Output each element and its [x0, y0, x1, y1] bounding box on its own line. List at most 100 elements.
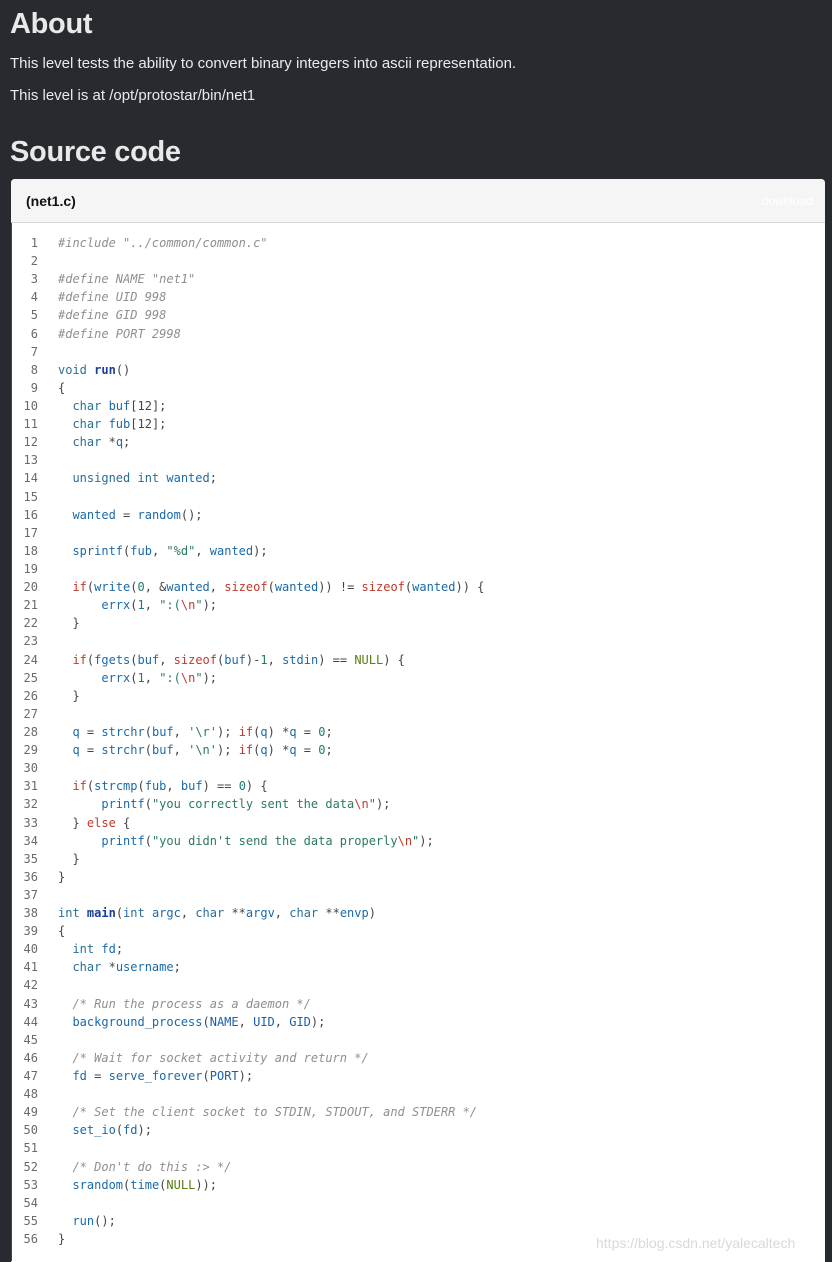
code-token: if [72, 779, 87, 794]
code-token: sizeof [361, 580, 405, 595]
code-line: 38 int main(int argc, char **argv, char *… [12, 904, 825, 922]
code-token: " [195, 598, 203, 613]
code-line: 14 unsigned int wanted; [12, 469, 825, 487]
code-text: errx(1, ":(\n"); [38, 669, 217, 687]
line-number: 14 [23, 471, 38, 486]
code-line: 7 [12, 343, 825, 361]
line-number: 18 [23, 543, 38, 558]
code-token: \n [180, 598, 196, 613]
code-token: void [58, 362, 95, 377]
line-number: 4 [30, 290, 38, 305]
code-token: " [195, 670, 203, 685]
code-line: 42 [12, 976, 825, 994]
code-token: time [130, 1177, 160, 1192]
code-token: ":( [159, 670, 181, 685]
code-line: 10 char buf[12]; [12, 397, 825, 415]
code-token: , [144, 670, 160, 685]
code-token: argv [245, 906, 275, 921]
code-token: PORT [209, 1069, 239, 1084]
code-token: strchr [101, 743, 145, 758]
code-token: ( [267, 580, 275, 595]
code-line: 40 int fd; [12, 940, 825, 958]
line-number: 51 [23, 1141, 38, 1156]
code-token: wanted [412, 580, 456, 595]
code-token: wanted [72, 507, 116, 522]
code-token: ); [202, 598, 218, 613]
code-token: fub [108, 417, 131, 432]
code-text: if(fgets(buf, sizeof(buf)-1, stdin) == N… [38, 651, 404, 669]
line-number: 54 [23, 1195, 38, 1210]
code-line: 11 char fub[12]; [12, 415, 825, 433]
code-token: wanted [209, 543, 254, 558]
code-token: fgets [94, 652, 131, 667]
line-number: 40 [23, 942, 38, 957]
code-token: q [260, 724, 268, 739]
code-token: ( [202, 1014, 210, 1029]
line-number: 38 [23, 906, 38, 921]
code-token: )) != [318, 580, 362, 595]
code-token: wanted [166, 471, 210, 486]
code-line: 46 /* Wait for socket activity and retur… [12, 1049, 825, 1067]
code-token: { [58, 924, 66, 939]
line-number: 33 [23, 815, 38, 830]
line-number: 50 [23, 1123, 38, 1138]
code-token: q [260, 743, 268, 758]
line-number: 22 [23, 616, 38, 631]
code-token: { [115, 815, 131, 830]
code-text: } [38, 868, 65, 886]
code-token: * [108, 435, 116, 450]
line-number: 21 [23, 598, 38, 613]
code-token: srandom [72, 1177, 124, 1192]
code-text: void run() [38, 361, 130, 379]
code-text: } [38, 850, 79, 868]
code-text: { [38, 922, 65, 940]
code-token: fd [72, 1069, 87, 1084]
code-line: 20 if(write(0, &wanted, sizeof(wanted)) … [12, 578, 825, 596]
download-link[interactable]: download [762, 194, 813, 208]
code-line: 31 if(strcmp(fub, buf) == 0) { [12, 777, 825, 795]
code-token: printf [101, 833, 145, 848]
code-line: 27 [12, 705, 825, 723]
code-token: { [58, 380, 66, 395]
code-text: printf("you didn't send the data properl… [38, 832, 433, 850]
code-token: random [137, 507, 181, 522]
code-token: 1 [137, 670, 145, 685]
code-token: 1 [137, 598, 145, 613]
code-token: ( [144, 797, 152, 812]
code-token: int [123, 906, 152, 921]
line-number: 3 [30, 272, 38, 287]
line-number: 25 [23, 670, 38, 685]
code-text: /* Wait for socket activity and return *… [38, 1049, 368, 1067]
code-text: q = strchr(buf, '\n'); if(q) *q = 0; [38, 741, 332, 759]
line-number: 12 [23, 435, 38, 450]
code-token: int [58, 906, 87, 921]
code-text: int main(int argc, char **argv, char **e… [38, 904, 376, 922]
code-line: 39 { [12, 922, 825, 940]
level-path: This level is at /opt/protostar/bin/net1 [10, 87, 256, 104]
line-number: 44 [23, 1014, 38, 1029]
code-token: unsigned int [72, 471, 167, 486]
code-text: } else { [38, 814, 130, 832]
code-line: 9{ [12, 379, 825, 397]
code-token: errx [101, 670, 131, 685]
code-line: 17 [12, 524, 825, 542]
code-token: ) == [318, 652, 355, 667]
code-line: 8 void run() [12, 361, 825, 379]
code-token: buf [180, 779, 203, 794]
line-number: 39 [23, 924, 38, 939]
line-number: 17 [23, 525, 38, 540]
code-token: ); [202, 670, 218, 685]
code-token: argc [151, 906, 181, 921]
line-number: 24 [23, 652, 38, 667]
code-text: sprintf(fub, "%d", wanted); [38, 542, 267, 560]
code-line: 13 [12, 451, 825, 469]
